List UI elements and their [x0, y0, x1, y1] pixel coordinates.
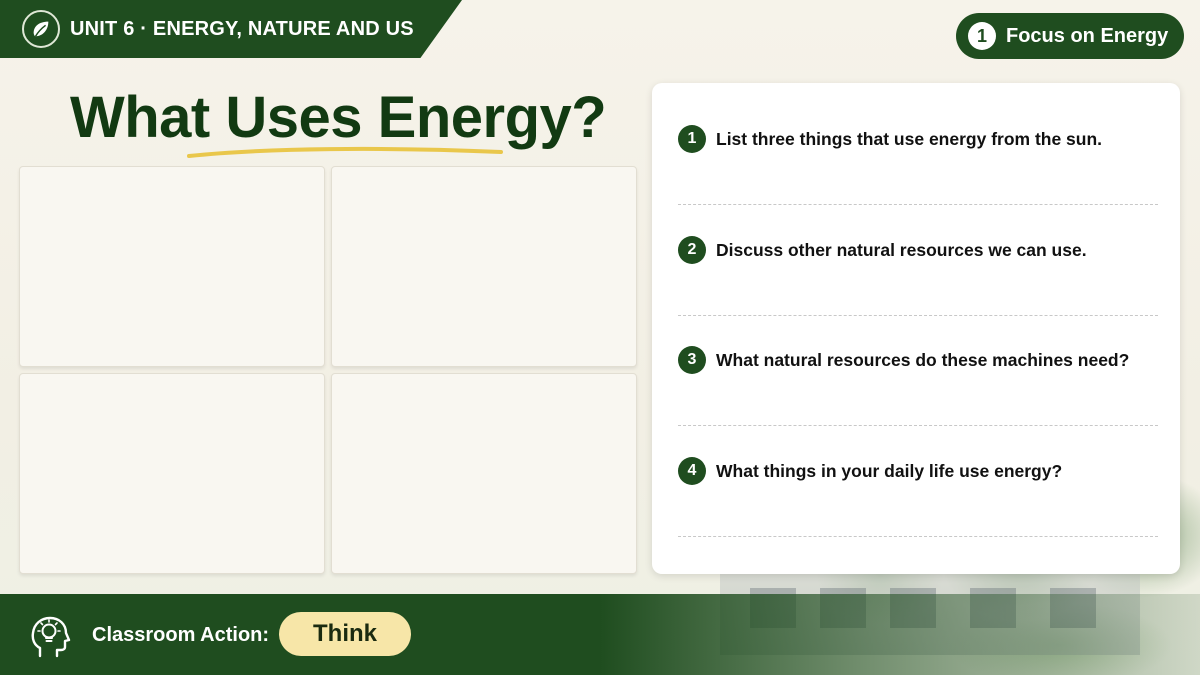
question-item: 4 What things in your daily life use ene…: [678, 415, 1160, 537]
image-placeholder: [331, 166, 637, 367]
focus-number: 1: [968, 22, 996, 50]
leaf-icon: [22, 10, 60, 48]
image-placeholder: [331, 373, 637, 574]
page-title: What Uses Energy?: [70, 85, 607, 150]
question-text: List three things that use energy from t…: [716, 129, 1103, 149]
classroom-action-label: Classroom Action:: [92, 624, 270, 646]
head-lightbulb-icon: [31, 616, 71, 658]
image-placeholder: [19, 373, 325, 574]
question-number: 1: [678, 125, 706, 153]
title-underline: [187, 146, 503, 158]
slide: UNIT 6 · ENERGY, NATURE AND US 1 Focus o…: [0, 0, 1200, 675]
image-grid: [19, 166, 637, 574]
question-card: 1 List three things that use energy from…: [652, 83, 1180, 574]
question-text: Discuss other natural resources we can u…: [716, 240, 1087, 260]
question-item: 1 List three things that use energy from…: [678, 83, 1160, 205]
question-item: 2 Discuss other natural resources we can…: [678, 194, 1160, 316]
question-text: What natural resources do these machines…: [716, 350, 1130, 370]
image-placeholder: [19, 166, 325, 367]
focus-badge: 1 Focus on Energy: [956, 13, 1184, 59]
focus-label: Focus on Energy: [1006, 24, 1169, 47]
question-text: What things in your daily life use energ…: [716, 461, 1063, 481]
classroom-action-badge: Think: [279, 612, 411, 656]
question-number: 4: [678, 457, 706, 485]
unit-title: UNIT 6 · ENERGY, NATURE AND US: [70, 17, 414, 40]
question-number: 2: [678, 236, 706, 264]
question-item: 3 What natural resources do these machin…: [678, 304, 1160, 426]
answer-line[interactable]: [678, 536, 1158, 537]
unit-banner: UNIT 6 · ENERGY, NATURE AND US: [0, 0, 462, 58]
question-number: 3: [678, 346, 706, 374]
